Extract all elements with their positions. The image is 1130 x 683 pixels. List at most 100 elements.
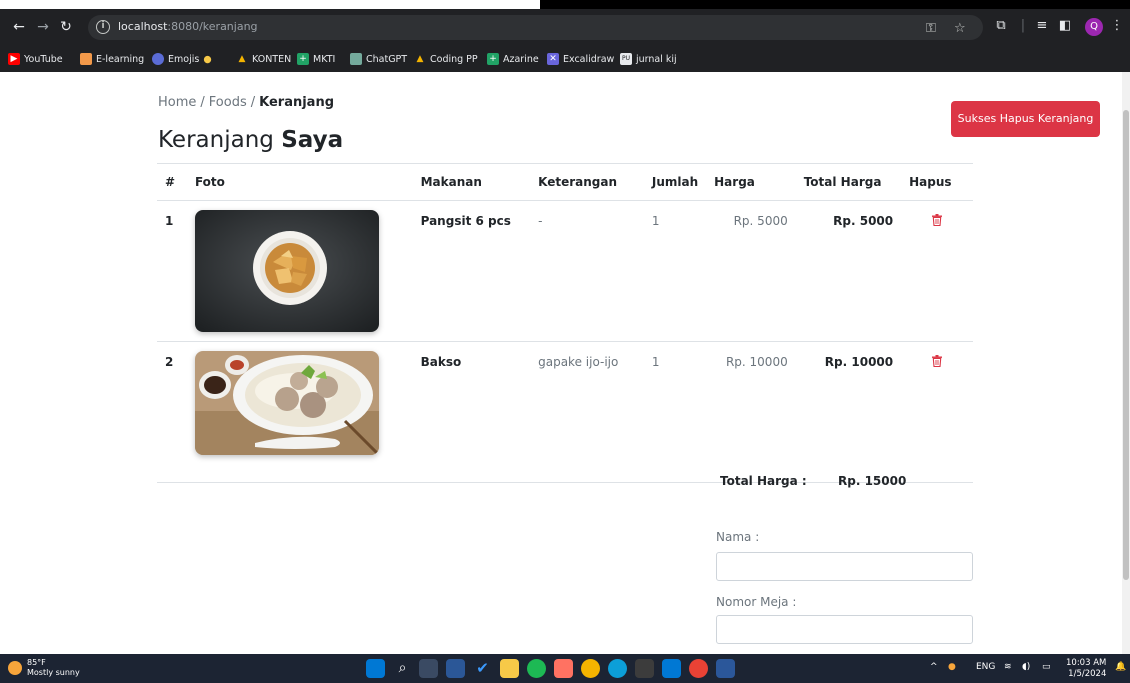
page-title: Keranjang Saya: [158, 127, 344, 153]
menu-kebab-icon[interactable]: ⋮: [1108, 18, 1126, 33]
nama-label: Nama :: [716, 530, 760, 544]
chrome-icon[interactable]: [581, 659, 600, 678]
address-bar[interactable]: i localhost:8080/keranjang ⚿ ☆: [88, 15, 983, 40]
row-delete-cell: [901, 200, 973, 342]
todo-check-icon[interactable]: ✔: [473, 659, 492, 678]
browser-chrome: ← → ↻ i localhost:8080/keranjang ⚿ ☆ ⧉ |…: [0, 9, 1130, 72]
start-windows-icon[interactable]: [366, 659, 385, 678]
sun-icon: [8, 661, 22, 675]
battery-icon[interactable]: ▭: [1042, 662, 1051, 672]
wifi-icon[interactable]: ≋: [1004, 662, 1012, 672]
breadcrumb-current: Keranjang: [259, 95, 335, 110]
breadcrumb-foods[interactable]: Foods: [209, 95, 247, 110]
elearning-icon: [80, 53, 92, 65]
bookmark-youtube[interactable]: ▶ YouTube: [8, 51, 63, 67]
top-cropped-strip: [0, 0, 1130, 9]
drive-icon-2: ▲: [416, 54, 424, 64]
azarine-icon: +: [487, 53, 499, 65]
page-scrollbar[interactable]: [1122, 72, 1130, 654]
widgets-icon[interactable]: [446, 659, 465, 678]
col-number: #: [157, 163, 187, 201]
table-row: 2 Bakso gapake ijo-ijo 1 Rp. 10000 Rp. 1…: [157, 341, 973, 483]
food-photo-bakso: [194, 351, 379, 455]
col-keterangan: Keterangan: [530, 163, 644, 201]
scrollbar-thumb[interactable]: [1123, 110, 1129, 580]
chrome-profile-icon[interactable]: [689, 659, 708, 678]
spotify-icon[interactable]: [527, 659, 546, 678]
word-icon[interactable]: [716, 659, 735, 678]
row-number: 2: [157, 341, 187, 483]
row-note: -: [530, 200, 644, 342]
table-row: 1 Pangsit 6 pcs - 1 Rp. 5000 Rp. 5000: [157, 200, 973, 342]
browser-toolbar: ← → ↻ i localhost:8080/keranjang ⚿ ☆ ⧉ |…: [0, 9, 1130, 46]
row-delete-cell: [901, 341, 973, 483]
search-icon[interactable]: ⌕: [393, 659, 412, 678]
trash-icon[interactable]: [932, 355, 943, 367]
weather-desc: Mostly sunny: [27, 668, 80, 677]
bookmark-azarine[interactable]: + Azarine: [487, 51, 539, 67]
breadcrumb-home[interactable]: Home: [158, 95, 196, 110]
back-arrow-icon[interactable]: ←: [10, 18, 28, 36]
row-total: Rp. 5000: [795, 200, 902, 342]
profile-avatar[interactable]: Q: [1085, 18, 1103, 36]
table-header-row: # Foto Makanan Keterangan Jumlah Harga T…: [157, 163, 973, 201]
chatgpt-icon: [350, 53, 362, 65]
drive-icon: ▲: [238, 54, 246, 64]
emoji-sun-icon: ●: [203, 53, 212, 65]
vscode-icon[interactable]: [662, 659, 681, 678]
task-view-icon[interactable]: [419, 659, 438, 678]
weather-widget[interactable]: 85°F Mostly sunny: [8, 658, 80, 678]
row-qty: 1: [643, 341, 707, 483]
cart-table: # Foto Makanan Keterangan Jumlah Harga T…: [157, 163, 973, 483]
bookmark-star-icon[interactable]: ☆: [954, 21, 966, 36]
screen: ← → ↻ i localhost:8080/keranjang ⚿ ☆ ⧉ |…: [0, 0, 1130, 683]
figma-icon[interactable]: [554, 659, 573, 678]
bookmark-jurnal-kij[interactable]: PU jurnal kij: [620, 51, 677, 67]
col-harga: Harga: [706, 163, 796, 201]
bookmark-konten[interactable]: ▲ KONTEN: [236, 51, 292, 67]
row-number: 1: [157, 200, 187, 342]
success-toast[interactable]: Sukses Hapus Keranjang: [951, 101, 1100, 137]
side-panel-icon[interactable]: ◧: [1056, 18, 1074, 33]
reading-list-icon[interactable]: ≡: [1033, 18, 1051, 33]
volume-icon[interactable]: ◖): [1022, 662, 1030, 672]
food-photo-pangsit: [194, 210, 379, 332]
bookmark-emojis[interactable]: Emojis ●: [152, 51, 212, 67]
language-indicator[interactable]: ENG: [976, 662, 995, 672]
total-harga-label: Total Harga :: [720, 474, 807, 488]
bookmark-excalidraw[interactable]: ✕ Excalidraw: [547, 51, 614, 67]
terminal-icon[interactable]: [635, 659, 654, 678]
edge-icon[interactable]: [608, 659, 627, 678]
key-icon[interactable]: ⚿: [926, 21, 936, 36]
emojis-icon: [152, 53, 164, 65]
bookmark-coding-pp[interactable]: ▲ Coding PP: [414, 51, 478, 67]
file-explorer-icon[interactable]: [500, 659, 519, 678]
row-price: Rp. 5000: [706, 200, 796, 342]
col-jumlah: Jumlah: [643, 163, 707, 201]
windows-taskbar: 85°F Mostly sunny ⌕ ✔ ^ ● ENG ≋ ◖) ▭ 10:0…: [0, 654, 1130, 683]
weather-temp: 85°F: [27, 658, 46, 667]
forward-arrow-icon[interactable]: →: [34, 18, 52, 36]
nomor-meja-input[interactable]: [716, 615, 973, 644]
reload-icon[interactable]: ↻: [57, 18, 75, 36]
mkti-icon: +: [297, 53, 309, 65]
clock[interactable]: 10:03 AM 1/5/2024: [1066, 658, 1106, 680]
tray-app-icon[interactable]: ●: [948, 662, 956, 672]
site-info-icon[interactable]: i: [96, 20, 110, 34]
row-qty: 1: [643, 200, 707, 342]
nomor-meja-label: Nomor Meja :: [716, 595, 797, 609]
bookmark-mkti[interactable]: + MKTI: [297, 51, 335, 67]
row-total: Rp. 10000: [795, 341, 902, 483]
tray-overflow-icon[interactable]: ^: [930, 662, 938, 672]
col-hapus: Hapus: [901, 163, 973, 201]
bookmark-chatgpt[interactable]: ChatGPT: [350, 51, 407, 67]
nama-input[interactable]: [716, 552, 973, 581]
bookmark-elearning[interactable]: E-learning: [80, 51, 144, 67]
bookmarks-bar: ▶ YouTube E-learning Emojis ● ▲ KONTEN + MKT…: [0, 46, 1130, 72]
extensions-icon[interactable]: ⧉: [992, 18, 1010, 33]
page-content: Home / Foods / Keranjang Keranjang Saya Suks…: [0, 72, 1130, 654]
jurnal-icon: PU: [620, 53, 632, 65]
notification-bell-icon[interactable]: 🔔: [1115, 662, 1126, 672]
toolbar-divider: |: [1020, 18, 1026, 33]
trash-icon[interactable]: [932, 214, 943, 226]
